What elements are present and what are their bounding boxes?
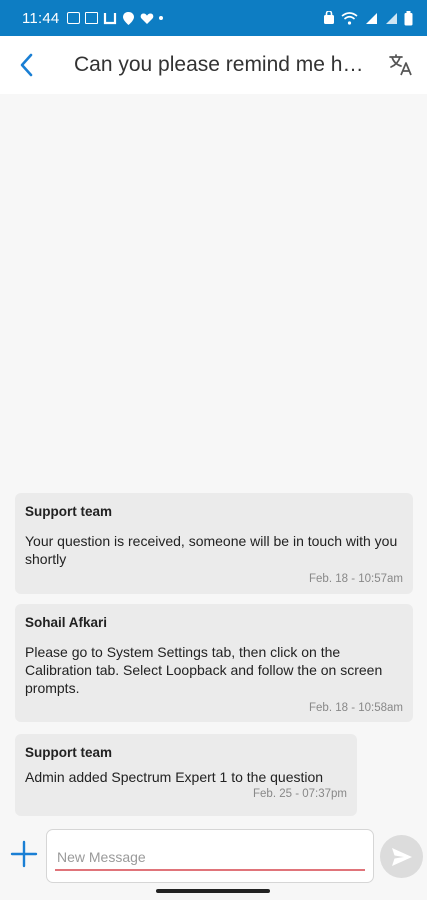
chevron-left-icon (20, 53, 33, 77)
message-input[interactable] (57, 846, 365, 868)
send-icon (391, 847, 412, 866)
gallery-icon (67, 12, 81, 24)
message-timestamp: Feb. 25 - 07:37pm (253, 788, 347, 800)
status-bar: 11:44 (0, 0, 427, 36)
message-timestamp: Feb. 18 - 10:58am (309, 702, 403, 714)
app-icon (104, 13, 117, 25)
message-bubble: Support team Admin added Spectrum Expert… (15, 734, 357, 816)
status-time: 11:44 (22, 9, 60, 27)
message-sender: Support team (25, 504, 113, 519)
message-input-container (46, 829, 374, 883)
home-gesture-handle[interactable] (156, 889, 270, 893)
translate-icon (389, 54, 412, 76)
message-text: Please go to System Settings tab, then c… (25, 644, 383, 696)
status-left-icons (67, 11, 164, 26)
translate-button[interactable] (375, 36, 427, 94)
heart-icon (141, 13, 154, 24)
message-sender: Sohail Afkari (25, 615, 108, 630)
plus-icon (10, 840, 38, 868)
location-icon (123, 11, 135, 25)
calendar-icon (85, 12, 99, 24)
message-timestamp: Feb. 18 - 10:57am (309, 573, 403, 585)
dot-icon (159, 16, 164, 20)
message-sender: Support team (25, 745, 113, 760)
navigation-bar (0, 886, 427, 900)
message-text: Admin added Spectrum Expert 1 to the que… (25, 769, 324, 785)
alarm-icon (324, 11, 334, 24)
message-bubble: Sohail Afkari Please go to System Settin… (15, 604, 413, 722)
message-list[interactable]: Support team Your question is received, … (0, 94, 427, 824)
input-underline (55, 869, 365, 871)
battery-icon (404, 10, 413, 25)
signal-icon (386, 12, 397, 24)
message-composer (0, 824, 427, 886)
status-right-icons (323, 10, 413, 26)
message-bubble: Support team Your question is received, … (15, 493, 413, 594)
back-button[interactable] (0, 36, 54, 94)
app-bar: Can you please remind me ho... (0, 36, 427, 94)
send-button[interactable] (380, 835, 423, 878)
page-title: Can you please remind me ho... (74, 53, 372, 76)
signal-icon (366, 12, 377, 24)
wifi-icon (341, 11, 358, 25)
add-attachment-button[interactable] (8, 838, 40, 870)
message-text: Your question is received, someone will … (25, 533, 398, 567)
